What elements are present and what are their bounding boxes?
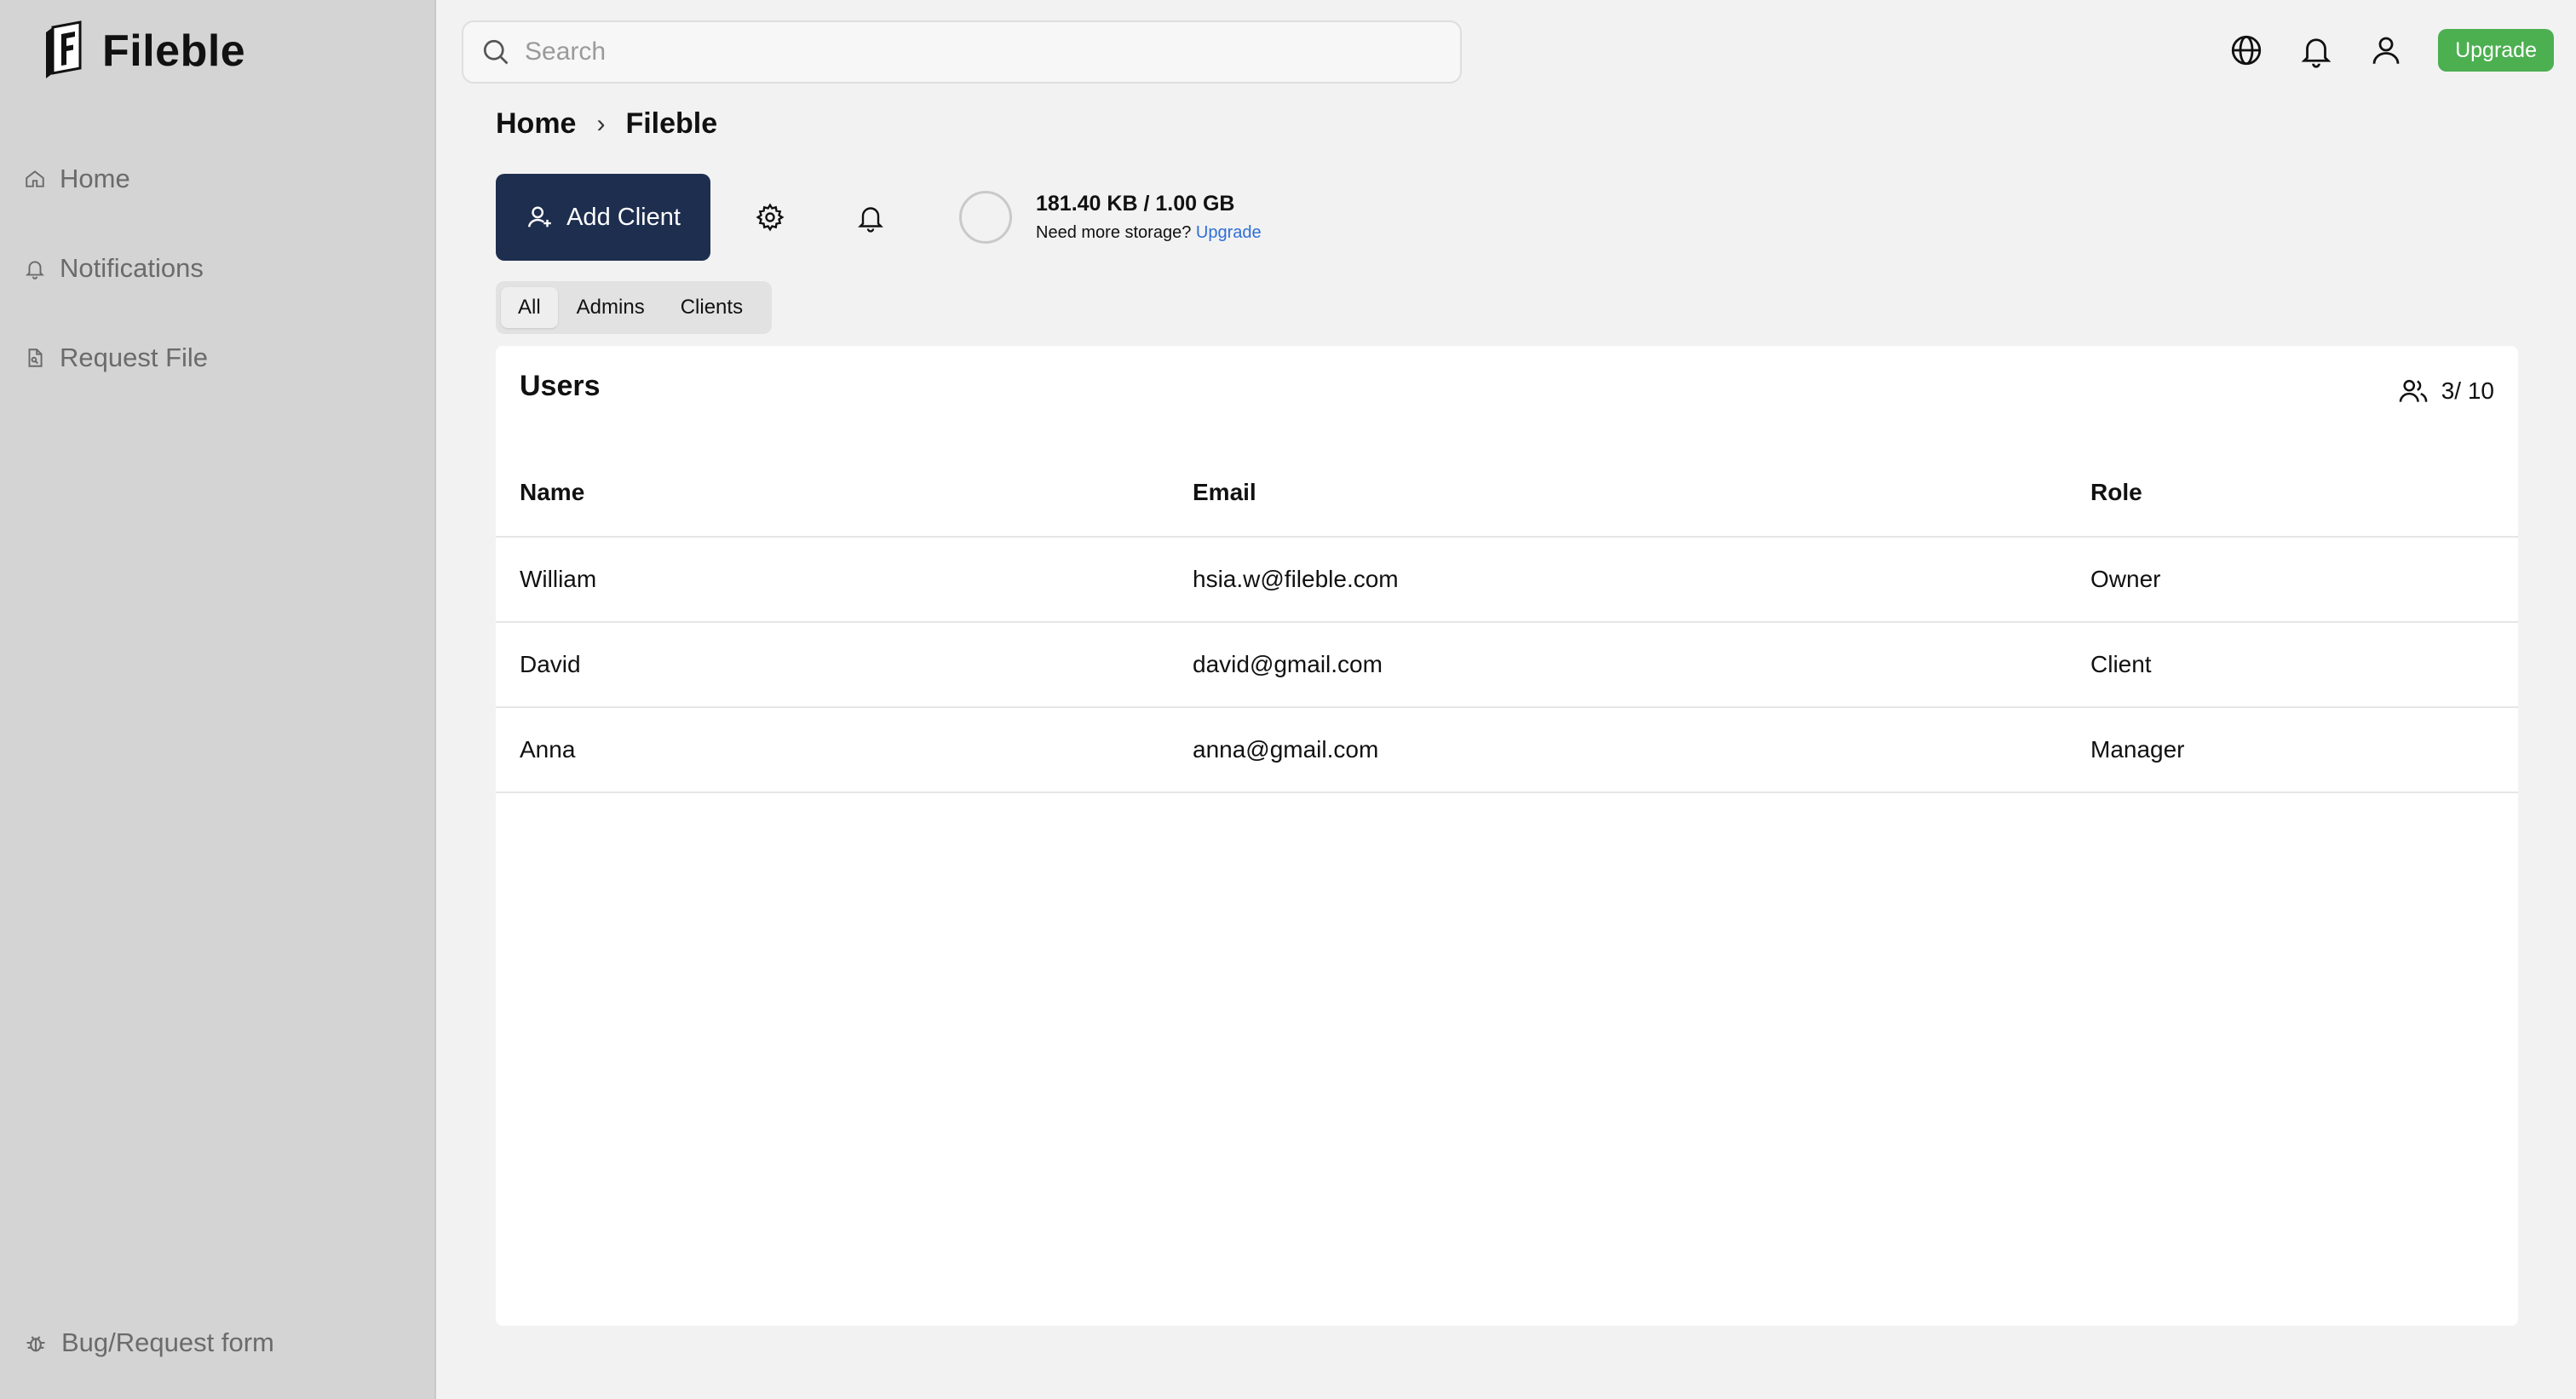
table-header-row: Name Email Role xyxy=(496,448,2518,538)
bell-icon[interactable] xyxy=(855,202,886,233)
search-icon xyxy=(483,39,509,65)
column-header-role[interactable]: Role xyxy=(2067,448,2518,538)
storage-info: 181.40 KB / 1.00 GB Need more storage? U… xyxy=(1036,192,1262,243)
app-logo[interactable]: Fileble xyxy=(43,20,245,82)
tab-all[interactable]: All xyxy=(501,287,558,328)
users-icon xyxy=(2399,379,2428,402)
table-row[interactable]: David david@gmail.com Client xyxy=(496,622,2518,708)
cell-role: Client xyxy=(2067,622,2518,708)
globe-icon[interactable] xyxy=(2228,32,2264,68)
cell-email: anna@gmail.com xyxy=(1169,707,2067,793)
upgrade-button[interactable]: Upgrade xyxy=(2438,29,2554,72)
fileble-logo-icon xyxy=(43,20,87,82)
file-request-icon xyxy=(28,348,43,367)
bell-icon[interactable] xyxy=(2298,32,2334,68)
sidebar-item-label: Request File xyxy=(60,343,209,372)
cell-role: Manager xyxy=(2067,707,2518,793)
users-card: Users 3/ 10 Name Email Role William hsia… xyxy=(496,346,2518,1326)
cell-name: Anna xyxy=(496,707,1169,793)
sidebar-item-label: Notifications xyxy=(60,253,204,283)
storage-prompt-text: Need more storage? xyxy=(1036,223,1192,242)
toolbar: Add Client 181.40 KB / 1.00 GB Need more… xyxy=(496,174,1262,261)
add-client-button[interactable]: Add Client xyxy=(496,174,710,261)
home-icon xyxy=(26,170,44,187)
users-table: Name Email Role William hsia.w@fileble.c… xyxy=(496,448,2518,793)
cell-role: Owner xyxy=(2067,537,2518,623)
bell-icon xyxy=(25,261,45,279)
cell-email: hsia.w@fileble.com xyxy=(1169,537,2067,623)
storage-prompt: Need more storage? Upgrade xyxy=(1036,223,1262,243)
search-bar[interactable] xyxy=(462,20,1462,83)
sidebar-item-bug-request-form[interactable]: Bug/Request form xyxy=(24,1327,274,1358)
breadcrumb-home[interactable]: Home xyxy=(496,107,576,141)
sidebar-item-request-file[interactable]: Request File xyxy=(24,332,208,383)
breadcrumb-current: Fileble xyxy=(625,107,718,140)
column-header-email[interactable]: Email xyxy=(1169,448,2067,538)
breadcrumb-separator: › xyxy=(596,109,606,138)
table-row[interactable]: William hsia.w@fileble.com Owner xyxy=(496,537,2518,623)
sidebar-item-label: Bug/Request form xyxy=(61,1327,274,1357)
storage-upgrade-link[interactable]: Upgrade xyxy=(1196,223,1262,242)
add-user-icon xyxy=(528,206,551,227)
tab-admins[interactable]: Admins xyxy=(560,287,662,328)
gear-icon[interactable] xyxy=(755,202,785,233)
user-filter-tabs: All Admins Clients xyxy=(496,281,772,334)
user-count-value: 3/ 10 xyxy=(2441,377,2494,404)
storage-usage-ring xyxy=(959,191,1012,244)
user-count: 3/ 10 xyxy=(2397,375,2494,407)
cell-name: William xyxy=(496,537,1169,623)
cell-email: david@gmail.com xyxy=(1169,622,2067,708)
storage-used: 181.40 KB / 1.00 GB xyxy=(1036,192,1235,216)
user-icon[interactable] xyxy=(2368,32,2404,68)
add-client-label: Add Client xyxy=(566,203,681,231)
sidebar-item-notifications[interactable]: Notifications xyxy=(24,243,208,294)
sidebar-item-label: Home xyxy=(60,164,130,193)
sidebar-item-home[interactable]: Home xyxy=(24,153,208,204)
app-name: Fileble xyxy=(102,26,246,76)
tab-clients[interactable]: Clients xyxy=(664,287,760,328)
sidebar-nav: Home Notifications Request File xyxy=(24,153,208,422)
search-input[interactable] xyxy=(523,37,1443,67)
bug-icon xyxy=(26,1336,45,1352)
column-header-name[interactable]: Name xyxy=(496,448,1169,538)
users-title: Users xyxy=(520,370,601,402)
table-row[interactable]: Anna anna@gmail.com Manager xyxy=(496,707,2518,793)
top-actions: Upgrade xyxy=(2228,29,2554,72)
sidebar: Fileble Home Notifications Request File xyxy=(0,0,436,1399)
breadcrumb: Home › Fileble xyxy=(496,107,717,141)
cell-name: David xyxy=(496,622,1169,708)
